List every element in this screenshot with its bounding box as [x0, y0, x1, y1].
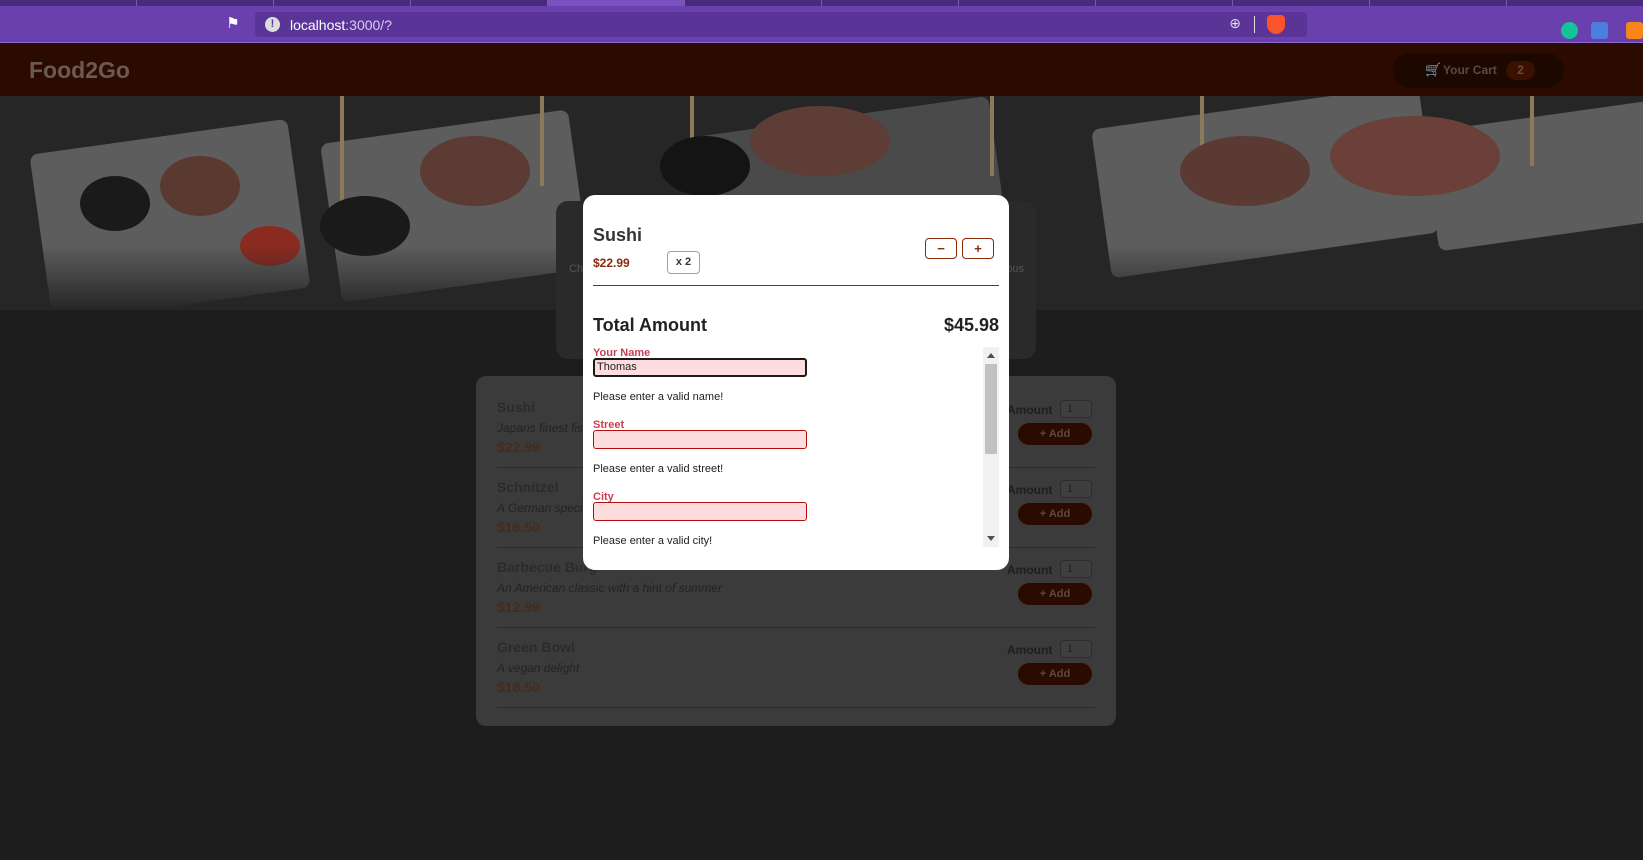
cart-count-badge: 2: [1506, 61, 1535, 80]
bookmark-icon[interactable]: ⚑: [224, 15, 242, 33]
decrease-quantity-button[interactable]: −: [925, 238, 957, 259]
form-scrollbar[interactable]: [983, 347, 999, 547]
brave-shield-icon[interactable]: [1267, 15, 1285, 34]
address-bar[interactable]: ! localhost:3000/? ⊕: [255, 12, 1307, 37]
city-input[interactable]: [593, 502, 807, 521]
total-amount-value: $45.98: [943, 315, 999, 335]
cart-icon: 🛒: [1425, 62, 1442, 77]
cart-item-name: Sushi: [593, 225, 643, 245]
cart-item: Sushi $22.99 x 2 − +: [593, 220, 999, 286]
cart-item-price: $22.99: [593, 256, 630, 270]
app-header: Food2Go 🛒 Your Cart 2: [0, 43, 1643, 96]
total-amount-label: Total Amount: [593, 315, 707, 335]
brand-logo: Food2Go: [29, 57, 130, 83]
cart-button[interactable]: 🛒 Your Cart 2: [1393, 53, 1564, 88]
name-error: Please enter a valid name!: [593, 391, 724, 403]
metamask-extension-icon[interactable]: [1626, 22, 1643, 39]
browser-toolbar: ⚑ ! localhost:3000/? ⊕: [0, 6, 1643, 43]
zoom-icon[interactable]: ⊕: [1229, 15, 1241, 32]
city-error: Please enter a valid city!: [593, 535, 713, 547]
scroll-up-icon[interactable]: [987, 353, 995, 358]
divider: [1254, 16, 1255, 33]
scrollbar-thumb[interactable]: [985, 364, 997, 454]
checkout-form: Your Name Thomas Please enter a valid na…: [593, 347, 999, 547]
street-error: Please enter a valid street!: [593, 463, 724, 475]
grammarly-extension-icon[interactable]: [1561, 22, 1578, 39]
cart-label: Your Cart: [1443, 63, 1497, 77]
increase-quantity-button[interactable]: +: [962, 238, 994, 259]
url-text[interactable]: localhost:3000/?: [290, 17, 392, 33]
info-icon[interactable]: !: [265, 17, 280, 32]
cart-modal: Sushi $22.99 x 2 − + Total Amount $45.98…: [583, 195, 1009, 570]
street-input[interactable]: [593, 430, 807, 449]
name-input[interactable]: Thomas: [593, 358, 807, 377]
cart-item-quantity: x 2: [667, 251, 700, 274]
scroll-down-icon[interactable]: [987, 536, 995, 541]
translate-extension-icon[interactable]: [1591, 22, 1608, 39]
